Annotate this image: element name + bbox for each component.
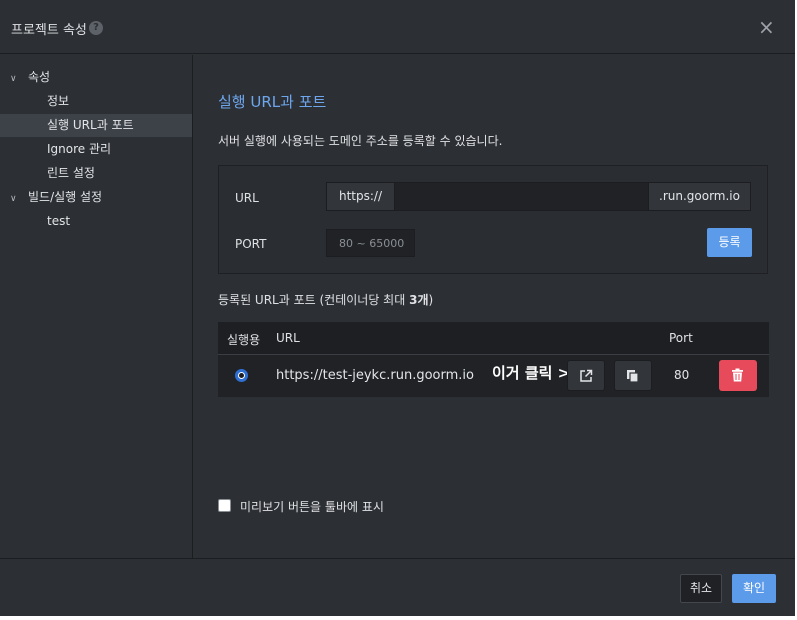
confirm-button[interactable]: 확인 bbox=[732, 574, 776, 603]
tree-group-label: 속성 bbox=[28, 70, 51, 84]
table-header: 실행용 URL Port bbox=[218, 322, 769, 354]
row-url: https://test-jeykc.run.goorm.io bbox=[276, 368, 474, 383]
sidebar-item-run-url-port[interactable]: 실행 URL과 포트 bbox=[0, 114, 192, 137]
annotation-click-here: 이거 클릭 > bbox=[492, 364, 571, 382]
close-icon[interactable]: × bbox=[758, 15, 775, 39]
page-description: 서버 실행에 사용되는 도메인 주소를 등록할 수 있습니다. bbox=[218, 134, 503, 148]
chevron-down-icon[interactable]: ∨ bbox=[10, 69, 20, 89]
column-port: Port bbox=[669, 331, 693, 345]
tree-group-properties[interactable]: ∨ 속성 bbox=[10, 67, 50, 87]
open-external-button[interactable] bbox=[567, 360, 605, 391]
copy-button[interactable] bbox=[614, 360, 652, 391]
sidebar-tree: ∨ 속성 정보 실행 URL과 포트 Ignore 관리 린트 설정 ∨ 빌드/실행… bbox=[0, 55, 193, 558]
port-input[interactable] bbox=[326, 229, 415, 257]
register-button[interactable]: 등록 bbox=[707, 228, 752, 257]
sidebar-item-test[interactable]: test bbox=[0, 210, 192, 233]
run-radio-selected[interactable] bbox=[235, 369, 248, 382]
page-title: 실행 URL과 포트 bbox=[218, 93, 327, 111]
url-prefix: https:// bbox=[327, 183, 395, 210]
url-subdomain-input[interactable] bbox=[395, 183, 650, 210]
copy-icon bbox=[627, 370, 639, 383]
registered-list-title: 등록된 URL과 포트 (컨테이너당 최대 3개) bbox=[218, 293, 434, 307]
sidebar-item-ignore[interactable]: Ignore 관리 bbox=[0, 138, 192, 161]
trash-icon bbox=[732, 368, 743, 382]
question-circle-icon[interactable]: ? bbox=[89, 21, 103, 35]
dialog-title: 프로젝트 속성 bbox=[11, 23, 87, 38]
dialog-header: 프로젝트 속성 ? × bbox=[0, 0, 795, 54]
preview-toolbar-label: 미리보기 버튼을 툴바에 표시 bbox=[240, 500, 384, 514]
delete-button[interactable] bbox=[719, 360, 757, 391]
row-port: 80 bbox=[674, 368, 690, 382]
url-suffix: .run.goorm.io bbox=[648, 183, 750, 210]
sidebar-item-info[interactable]: 정보 bbox=[0, 90, 192, 113]
project-properties-dialog: 프로젝트 속성 ? × ∨ 속성 정보 실행 URL과 포트 Ignore 관리 … bbox=[0, 0, 795, 616]
sidebar-item-lint[interactable]: 린트 설정 bbox=[0, 162, 192, 185]
chevron-down-icon[interactable]: ∨ bbox=[10, 189, 20, 209]
tree-group-label: 빌드/실행 설정 bbox=[28, 190, 103, 204]
port-label: PORT bbox=[235, 237, 267, 251]
table-row: https://test-jeykc.run.goorm.io 이거 클릭 > … bbox=[218, 354, 769, 397]
cancel-button[interactable]: 취소 bbox=[680, 574, 722, 603]
registered-url-table: 실행용 URL Port https://test-jeykc.run.goor… bbox=[218, 322, 769, 397]
column-run: 실행용 bbox=[227, 333, 261, 347]
url-port-form: URL https:// .run.goorm.io PORT 등록 bbox=[218, 165, 768, 274]
tree-group-build-run[interactable]: ∨ 빌드/실행 설정 bbox=[10, 187, 102, 207]
main-panel: 실행 URL과 포트 서버 실행에 사용되는 도메인 주소를 등록할 수 있습니… bbox=[194, 55, 795, 558]
background-strip bbox=[0, 616, 797, 620]
dialog-footer: 취소 확인 bbox=[0, 558, 795, 616]
column-url: URL bbox=[276, 331, 300, 345]
url-input-group: https:// .run.goorm.io bbox=[326, 182, 751, 211]
url-label: URL bbox=[235, 191, 259, 205]
preview-toolbar-checkbox[interactable] bbox=[218, 499, 231, 512]
external-link-icon bbox=[580, 369, 593, 382]
